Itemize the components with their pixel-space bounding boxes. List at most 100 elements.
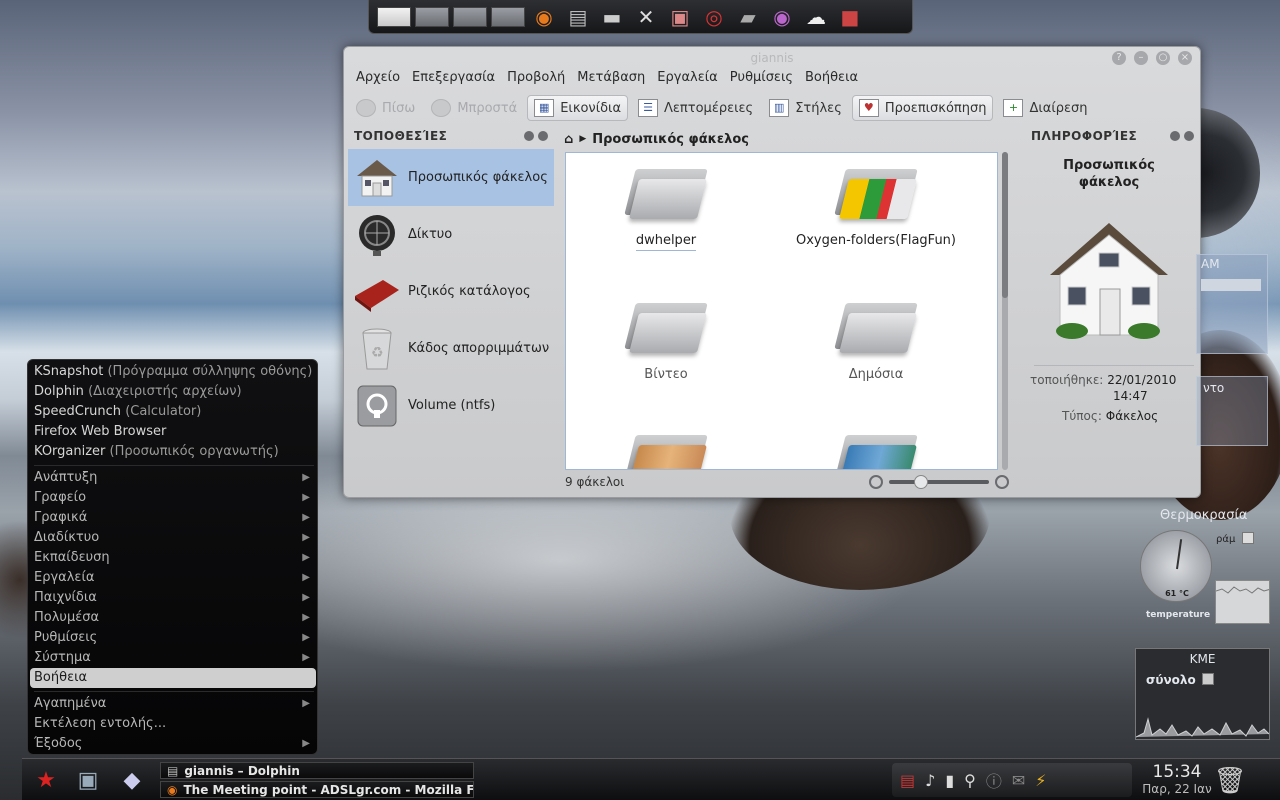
breadcrumb-item[interactable]: Προσωπικός φάκελος — [592, 132, 749, 147]
zoom-knob[interactable] — [914, 475, 928, 489]
menu-run-command[interactable]: Εκτέλεση εντολής... — [34, 714, 314, 734]
menu-help[interactable]: Βοήθεια — [799, 70, 864, 90]
place-home[interactable]: Προσωπικός φάκελος — [348, 149, 554, 206]
close-button[interactable]: × — [1178, 51, 1192, 65]
network-tray-icon[interactable]: ⚲ — [964, 771, 976, 790]
task-dolphin[interactable]: ▤ giannis – Dolphin — [160, 762, 474, 779]
kickoff-star-icon[interactable]: ★ — [30, 765, 62, 797]
top-quicklaunch-panel: ◉ ▤ ▬ ✕ ▣ ◎ ▰ ◉ ☁ ■ — [368, 0, 913, 34]
show-desktop-icon[interactable]: ▣ — [72, 765, 104, 797]
desktop-pager-1[interactable] — [377, 6, 411, 27]
undock-icon[interactable] — [524, 131, 534, 141]
eye-icon[interactable]: ◉ — [767, 2, 797, 32]
task-firefox[interactable]: ◉ The Meeting point - ADSLgr.com - Mozil… — [160, 781, 474, 798]
menu-settings[interactable]: Ρυθμίσεις — [724, 70, 799, 90]
zoom-out-icon[interactable] — [869, 475, 883, 489]
columns-view-button[interactable]: ▥ Στήλες — [763, 96, 848, 120]
scrollbar-thumb[interactable] — [1002, 152, 1008, 298]
titlebar[interactable]: giannis ? – ○ × — [344, 47, 1200, 69]
battery-power-icon[interactable]: ⚡ — [1035, 771, 1046, 790]
clock[interactable]: 15:34 Παρ, 22 Ιαν — [1132, 762, 1222, 796]
menu-go[interactable]: Μετάβαση — [571, 70, 651, 90]
menu-category-tools[interactable]: Εργαλεία ▶ — [34, 568, 314, 588]
firefox-icon[interactable]: ◉ — [529, 2, 559, 32]
side-widget-label: ντο — [1203, 381, 1225, 395]
back-button[interactable]: ◀ Πίσω — [350, 96, 421, 120]
close-panel-icon[interactable] — [538, 131, 548, 141]
trash-applet-icon[interactable]: 🗑 — [1214, 765, 1247, 797]
place-volume-ntfs[interactable]: Volume (ntfs) — [348, 377, 554, 434]
clipboard-icon[interactable]: ▮ — [945, 771, 954, 790]
mail-icon[interactable]: ✉ — [1012, 771, 1025, 790]
menu-leave[interactable]: Έξοδος ▶ — [34, 734, 314, 754]
submenu-arrow-icon: ▶ — [302, 492, 310, 503]
preview-button[interactable]: ♥ Προεπισκόπηση — [851, 95, 994, 121]
folder-item[interactable] — [566, 425, 766, 469]
place-trash[interactable]: ♻ Κάδος απορριμμάτων — [348, 320, 554, 377]
weather-icon[interactable]: ☁ — [801, 2, 831, 32]
folder-item[interactable]: Δημόσια — [776, 293, 976, 382]
volume-icon[interactable]: ♪ — [925, 771, 935, 790]
menu-category-games[interactable]: Παιχνίδια ▶ — [34, 588, 314, 608]
menu-category-system[interactable]: Σύστημα ▶ — [34, 648, 314, 668]
media-player-icon[interactable]: ◎ — [699, 2, 729, 32]
menu-category-internet[interactable]: Διαδίκτυο ▶ — [34, 528, 314, 548]
place-root[interactable]: Ριζικός κατάλογος — [348, 263, 554, 320]
close-panel-icon[interactable] — [1184, 131, 1194, 141]
split-button[interactable]: + Διαίρεση — [997, 96, 1093, 120]
desktop-pager-2[interactable] — [415, 6, 449, 27]
tools-icon[interactable]: ✕ — [631, 2, 661, 32]
icons-view-button[interactable]: ▦ Εικονίδια — [527, 95, 629, 121]
maximize-button[interactable]: ○ — [1156, 51, 1170, 65]
folder-item[interactable]: Βίντεο — [566, 293, 766, 382]
recent-app-firefox[interactable]: Firefox Web Browser — [34, 422, 314, 442]
menu-edit[interactable]: Επεξεργασία — [406, 70, 501, 90]
us-flag-keyboard-icon[interactable]: ▤ — [900, 771, 915, 790]
place-label: Volume (ntfs) — [408, 398, 496, 413]
places-panel-controls — [524, 131, 548, 141]
forward-button[interactable]: ▶ Μπροστά — [425, 96, 523, 120]
menu-category-help[interactable]: Βοήθεια — [30, 668, 316, 688]
terminal-icon[interactable]: ▬ — [597, 2, 627, 32]
file-cabinet-icon[interactable]: ▤ — [563, 2, 593, 32]
help-window-button[interactable]: ? — [1112, 51, 1126, 65]
desktop-pager-4[interactable] — [491, 6, 525, 27]
menu-favorites[interactable]: Αγαπημένα ▶ — [34, 694, 314, 714]
menu-view[interactable]: Προβολή — [501, 70, 571, 90]
minimize-button[interactable]: – — [1134, 51, 1148, 65]
dictionary-icon[interactable]: ■ — [835, 2, 865, 32]
recent-app-ksnapshot[interactable]: KSnapshot (Πρόγραμμα σύλληψης οθόνης) — [34, 362, 314, 382]
drive-icon — [352, 383, 402, 429]
folder-item[interactable] — [776, 425, 976, 469]
zoom-slider[interactable] — [869, 475, 1009, 489]
zoom-in-icon[interactable] — [995, 475, 1009, 489]
recent-app-korganizer[interactable]: KOrganizer (Προσωπικός οργανωτής) — [34, 442, 314, 462]
menu-category-multimedia[interactable]: Πολυμέσα ▶ — [34, 608, 314, 628]
ram-label: ΑΜ — [1201, 257, 1220, 271]
svg-text:♻: ♻ — [371, 345, 384, 361]
activity-icon[interactable]: ◆ — [116, 765, 148, 797]
folder-item[interactable]: dwhelper — [566, 159, 766, 251]
recent-app-speedcrunch[interactable]: SpeedCrunch (Calculator) — [34, 402, 314, 422]
desktop-pager-3[interactable] — [453, 6, 487, 27]
recent-app-dolphin[interactable]: Dolphin (Διαχειριστής αρχείων) — [34, 382, 314, 402]
home-crumb-icon[interactable]: ⌂ — [564, 132, 573, 147]
dolphin-window: giannis ? – ○ × Αρχείο Επεξεργασία Προβο… — [343, 46, 1201, 498]
menu-category-education[interactable]: Εκπαίδευση ▶ — [34, 548, 314, 568]
package-icon[interactable]: ▣ — [665, 2, 695, 32]
info-icon[interactable]: ⓘ — [986, 768, 1002, 792]
file-view[interactable]: dwhelper Oxygen-folders(FlagFun) Βίντεο … — [565, 152, 998, 470]
video-icon[interactable]: ▰ — [733, 2, 763, 32]
details-view-button[interactable]: ☰ Λεπτομέρειες — [632, 96, 759, 120]
menu-tools[interactable]: Εργαλεία — [651, 70, 723, 90]
menu-category-office[interactable]: Γραφείο ▶ — [34, 488, 314, 508]
menu-category-settings[interactable]: Ρυθμίσεις ▶ — [34, 628, 314, 648]
place-network[interactable]: Δίκτυο — [348, 206, 554, 263]
menu-category-graphics[interactable]: Γραφικά ▶ — [34, 508, 314, 528]
zoom-track[interactable] — [889, 475, 989, 489]
undock-icon[interactable] — [1170, 131, 1180, 141]
menu-category-development[interactable]: Ανάπτυξη ▶ — [34, 468, 314, 488]
vertical-scrollbar[interactable] — [1002, 152, 1008, 470]
menu-file[interactable]: Αρχείο — [350, 70, 406, 90]
folder-item[interactable]: Oxygen-folders(FlagFun) — [776, 159, 976, 248]
